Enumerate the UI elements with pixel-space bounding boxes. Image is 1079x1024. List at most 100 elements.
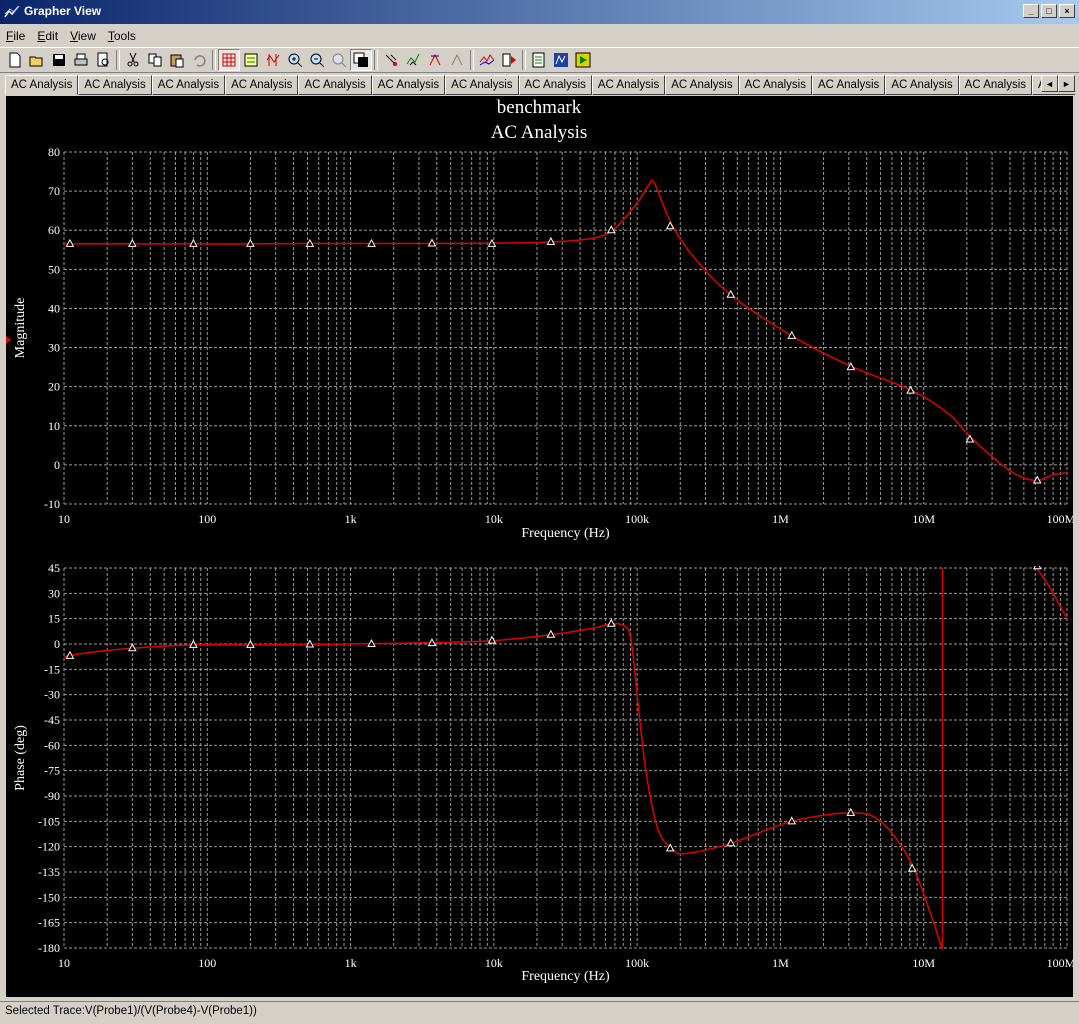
y-tick-label: -105 [38,814,60,828]
series-line [64,622,944,950]
background-icon[interactable] [350,49,372,71]
menu-view[interactable]: View [64,26,102,46]
export-excel-icon[interactable] [528,49,550,71]
y-tick-label: 50 [48,262,60,276]
plot-subtitle: AC Analysis [491,122,588,143]
y-tick-label: -120 [38,840,60,854]
y-tick-label: -150 [38,890,60,904]
selected-trace-status: Selected Trace:V(Probe1)/(V(Probe4)-V(Pr… [5,1005,257,1017]
tab-ac-analysis[interactable]: AC Analysis [371,75,446,95]
y-tick-label: -165 [38,916,60,930]
overlay-traces-icon[interactable] [476,49,498,71]
y-tick-label: -30 [44,688,60,702]
x-tick-label: 100 [198,956,216,970]
tab-ac-analysis[interactable]: AC Analysis [665,75,739,95]
series-line [1034,566,1067,620]
minimize-button[interactable]: _ [1023,4,1039,18]
toolbar-separator [470,50,474,70]
tab-ac-analysis[interactable]: AC Analysis [445,75,519,95]
tab-ac-analysis[interactable]: AC Analysis [518,75,592,95]
close-button[interactable]: × [1059,4,1075,18]
chart-series-group [64,179,1067,484]
print-preview-icon[interactable] [92,49,114,71]
y-tick-label: -135 [38,865,60,879]
tab-ac-analysis[interactable]: AC Analysis [958,75,1033,95]
print-icon[interactable] [70,49,92,71]
paste-icon[interactable] [166,49,188,71]
x-tick-label: 100k [625,956,649,970]
undo-icon[interactable] [188,49,210,71]
properties-icon[interactable] [498,49,520,71]
y-tick-label: -90 [44,789,60,803]
x-tick-label: 10k [485,512,503,526]
zoom-in-icon[interactable] [284,49,306,71]
tab-ac-analysis[interactable]: AC Analysis [885,75,959,95]
x-axis-label: Frequency (Hz) [521,969,610,984]
copy-icon[interactable] [144,49,166,71]
reverse-colors-icon[interactable] [424,49,446,71]
maximize-button[interactable]: □ [1041,4,1057,18]
graph-canvas[interactable]: benchmark AC Analysis -10 0 10 20 30 40 50 60 70… [5,96,1076,997]
zoom-fit-icon[interactable] [328,49,350,71]
show-marks-icon[interactable] [402,49,424,71]
menu-file[interactable]: File [0,26,31,46]
tab-ac-analysis[interactable]: AC Analysis [151,75,226,95]
export-mathcad-icon[interactable] [550,49,572,71]
y-tick-label: 0 [54,637,60,651]
y-tick-label: 0 [54,458,60,472]
export-labview-icon[interactable] [572,49,594,71]
tab-scroll-left-button[interactable]: ◄ [1041,75,1058,92]
tab-ac-analysis[interactable]: AC Analysis [591,75,666,95]
y-axis-label: Magnitude [13,298,28,359]
plot-title: benchmark [497,97,582,118]
x-tick-label: 100M [1047,512,1073,526]
grid-icon[interactable] [218,49,240,71]
toolbar-separator [116,50,120,70]
x-tick-label: 10 [58,512,70,526]
toolbar-separator [212,50,216,70]
data-point-marker [726,289,736,298]
toolbar-separator [374,50,378,70]
analysis-tabs: AC Analysis AC Analysis AC Analysis AC A… [5,75,1075,95]
selected-trace-marker [5,335,11,345]
toolbar [0,47,1079,73]
menu-edit[interactable]: Edit [31,26,64,46]
tab-ac-analysis[interactable]: AC Analysis [738,75,812,95]
y-tick-label: -15 [44,662,60,676]
tab-ac-analysis[interactable]: AC Analysis [225,75,299,95]
menu-tools[interactable]: Tools [102,26,142,46]
y-tick-label: 30 [48,341,60,355]
cursors-icon[interactable] [262,49,284,71]
save-icon[interactable] [48,49,70,71]
select-marks-icon[interactable] [380,49,402,71]
cut-icon[interactable] [122,49,144,71]
tab-ac-analysis[interactable]: AC Analysis [5,75,79,95]
y-tick-label: -75 [44,764,60,778]
y-tick-label: 15 [48,612,60,626]
x-axis-label: Frequency (Hz) [521,526,610,541]
open-icon[interactable] [26,49,48,71]
plot-area[interactable]: benchmark AC Analysis -10 0 10 20 30 40 50 60 70… [5,96,1076,997]
title-bar: Grapher View _ □ × [0,0,1079,24]
y-tick-label: -60 [44,738,60,752]
tab-scroll-right-button[interactable]: ► [1058,75,1075,92]
y-tick-label: 20 [48,380,60,394]
zoom-out-icon[interactable] [306,49,328,71]
y-tick-label: -10 [44,497,60,511]
legend-icon[interactable] [240,49,262,71]
chart-series-group [64,566,1067,950]
tab-ac-analysis[interactable]: AC Analysis [298,75,372,95]
x-tick-label: 10M [912,956,935,970]
y-axis-label: Phase (deg) [13,725,28,791]
tab-ac-analysis[interactable]: AC Analysis [78,75,152,95]
tab-ac-analysis[interactable]: AC Analysis [811,75,886,95]
x-tick-label: 1M [772,956,789,970]
y-tick-label: 10 [48,419,60,433]
y-tick-label: -45 [44,713,60,727]
rescale-icon[interactable] [446,49,468,71]
x-tick-label: 1k [345,956,357,970]
data-point-marker [906,385,915,394]
new-icon[interactable] [4,49,26,71]
app-icon [4,5,20,18]
y-tick-label: 70 [48,184,60,198]
